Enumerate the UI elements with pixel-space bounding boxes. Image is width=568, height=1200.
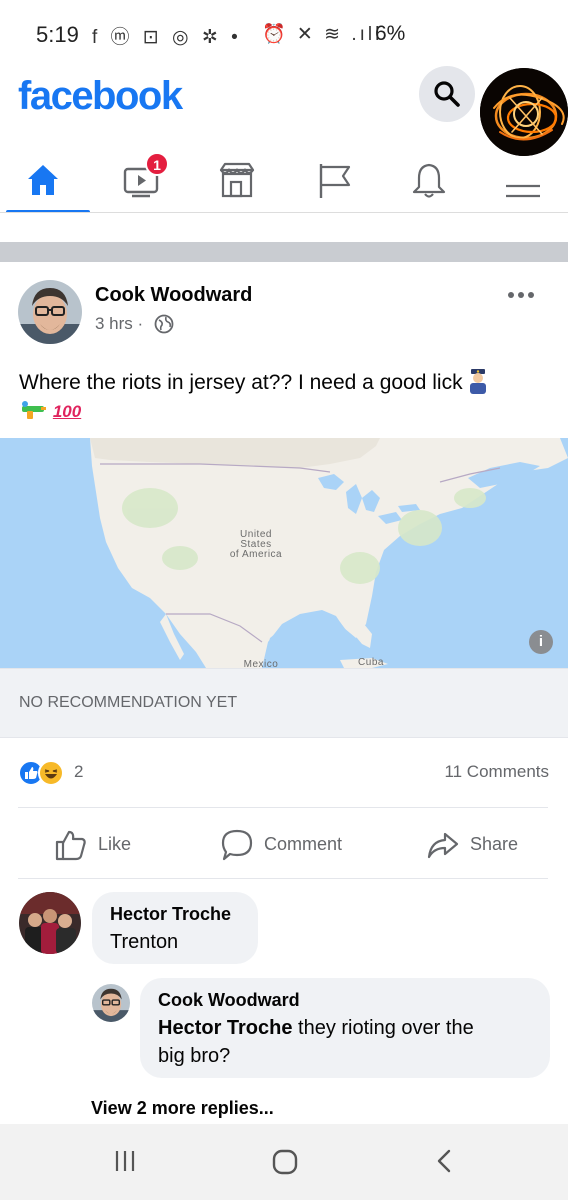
share-button[interactable]: Share bbox=[426, 826, 546, 866]
post-time[interactable]: 3 hrs bbox=[95, 314, 133, 333]
commenter-avatar[interactable] bbox=[19, 892, 81, 954]
comment-author[interactable]: Hector Troche bbox=[110, 904, 231, 925]
system-navigation-bar bbox=[0, 1124, 568, 1200]
comment-bubble[interactable]: Hector Troche Trenton bbox=[92, 892, 258, 964]
divider bbox=[18, 807, 548, 808]
home-icon bbox=[28, 165, 58, 195]
home-circle-icon bbox=[272, 1149, 298, 1175]
share-label: Share bbox=[470, 834, 519, 854]
haha-reaction-icon bbox=[38, 760, 64, 786]
recommendation-box[interactable]: NO RECOMMENDATION YET bbox=[0, 668, 568, 738]
like-button[interactable]: Like bbox=[54, 826, 164, 866]
post-options-button[interactable] bbox=[506, 280, 536, 306]
reply-bubble[interactable]: Cook Woodward Hector Troche they rioting… bbox=[140, 978, 550, 1078]
reply-text-line1: they rioting over the bbox=[292, 1017, 474, 1039]
watch-badge: 1 bbox=[145, 152, 169, 176]
system-icons: ⏰ ✕ ≋ .ıll bbox=[262, 24, 383, 45]
water-gun-emoji-icon bbox=[19, 397, 47, 425]
comment-button[interactable]: Comment bbox=[220, 826, 370, 866]
comment-icon bbox=[221, 829, 253, 861]
battery-level: 6% bbox=[375, 22, 406, 45]
reply-author-photo bbox=[92, 984, 130, 1022]
map-label-line: of America bbox=[229, 549, 283, 560]
police-emoji-icon bbox=[468, 368, 488, 397]
app-header: facebook 1 bbox=[0, 66, 568, 216]
author-photo bbox=[18, 280, 82, 344]
recent-apps-button[interactable] bbox=[112, 1148, 138, 1179]
recent-apps-icon bbox=[115, 1151, 135, 1171]
post-text-content: Where the riots in jersey at?? I need a … bbox=[19, 371, 463, 394]
nav-notifications[interactable] bbox=[392, 152, 462, 212]
nav-menu[interactable] bbox=[487, 152, 557, 212]
menu-icon bbox=[506, 184, 540, 198]
map-label-mexico: Mexico bbox=[243, 659, 279, 669]
feed-divider bbox=[0, 242, 568, 262]
main-nav: 1 bbox=[0, 152, 568, 216]
author-avatar[interactable] bbox=[18, 280, 82, 344]
reply-author[interactable]: Cook Woodward bbox=[158, 990, 300, 1011]
previous-post-edge bbox=[0, 212, 568, 242]
back-button[interactable] bbox=[432, 1148, 458, 1179]
post-text: Where the riots in jersey at?? I need a … bbox=[19, 368, 549, 426]
marketplace-icon bbox=[219, 162, 255, 198]
bell-icon bbox=[412, 163, 446, 198]
nav-home[interactable] bbox=[6, 152, 76, 212]
share-icon bbox=[427, 832, 459, 859]
search-button[interactable] bbox=[419, 66, 475, 122]
commenter-photo bbox=[19, 892, 81, 954]
more-icon bbox=[508, 292, 534, 298]
post-meta: 3 hrs · bbox=[95, 314, 143, 334]
home-system-button[interactable] bbox=[271, 1148, 299, 1181]
nav-marketplace[interactable] bbox=[200, 152, 270, 212]
profile-avatar[interactable] bbox=[478, 66, 568, 158]
hundred-emoji-icon: 100 bbox=[52, 402, 82, 421]
view-more-replies-link[interactable]: View 2 more replies... bbox=[91, 1098, 274, 1119]
comment-label: Comment bbox=[264, 834, 343, 854]
divider bbox=[18, 878, 548, 879]
map-info-icon[interactable]: i bbox=[529, 630, 553, 654]
map-label-usa: United States of America bbox=[226, 530, 286, 560]
reaction-count: 2 bbox=[74, 762, 84, 781]
location-map[interactable]: United States of America Mexico Cuba i bbox=[0, 438, 568, 668]
back-chevron-icon bbox=[437, 1149, 451, 1173]
search-icon bbox=[434, 81, 460, 107]
notification-icons: f ⓜ ⊡ ◎ ✲ • bbox=[92, 27, 242, 48]
reply-text-line2: big bro? bbox=[158, 1045, 231, 1067]
facebook-logo[interactable]: facebook bbox=[18, 74, 183, 119]
nav-pages[interactable] bbox=[298, 152, 368, 212]
comments-count[interactable]: 11 Comments bbox=[444, 762, 549, 782]
meta-separator: · bbox=[137, 314, 144, 333]
post-author-name[interactable]: Cook Woodward bbox=[95, 284, 252, 307]
globe-icon bbox=[154, 314, 174, 334]
comment-text: Trenton bbox=[110, 931, 179, 953]
recommendation-status: NO RECOMMENDATION YET bbox=[19, 694, 238, 711]
like-icon bbox=[55, 830, 86, 861]
reply-author-avatar[interactable] bbox=[92, 984, 130, 1022]
reply-text: Hector Troche they rioting over the big … bbox=[158, 1014, 538, 1070]
reply-mention[interactable]: Hector Troche bbox=[158, 1017, 292, 1039]
status-bar: 5:19 f ⓜ ⊡ ◎ ✲ • ⏰ ✕ ≋ .ıll 6% bbox=[0, 0, 568, 66]
like-label: Like bbox=[98, 834, 132, 854]
nav-watch[interactable]: 1 bbox=[105, 152, 175, 212]
profile-photo bbox=[480, 68, 568, 156]
flag-icon bbox=[319, 164, 351, 198]
map-label-cuba: Cuba bbox=[358, 657, 384, 668]
status-time: 5:19 bbox=[36, 22, 79, 47]
